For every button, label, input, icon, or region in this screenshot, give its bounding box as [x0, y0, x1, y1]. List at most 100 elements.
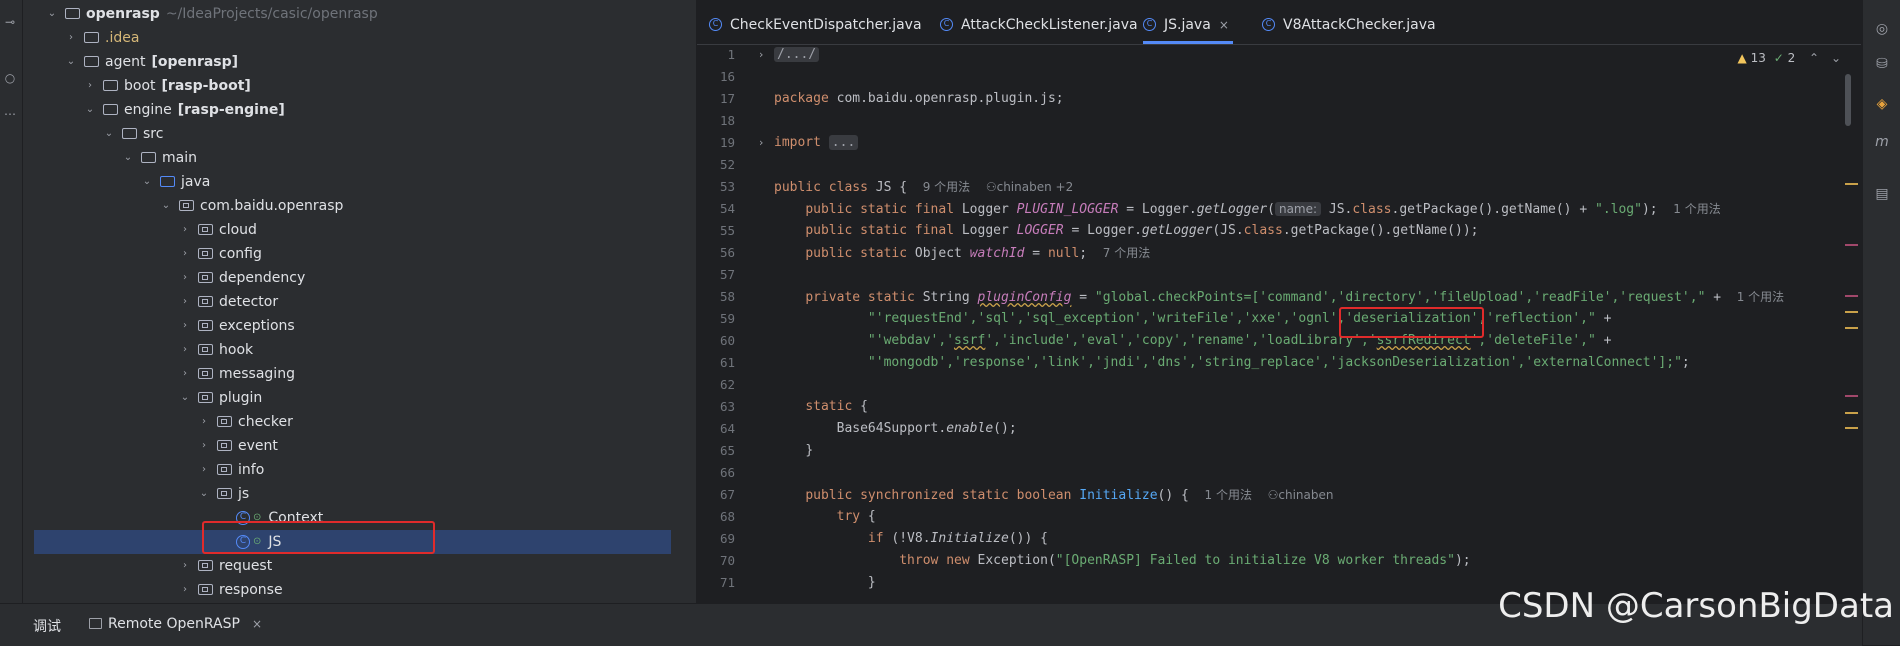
tab-debug[interactable]: 调试 [33, 616, 61, 636]
tree-item-checker[interactable]: › checker [23, 410, 673, 434]
notifications-icon[interactable]: ◎ [1873, 20, 1891, 38]
line-number: 18 [719, 113, 735, 128]
chevron-down-icon[interactable]: ⌄ [197, 482, 211, 506]
tree-item-openrasp[interactable]: ⌄ openrasp ~/IdeaProjects/casic/openrasp [23, 2, 673, 26]
chevron-down-icon[interactable]: ⌄ [178, 386, 192, 410]
tree-item-info[interactable]: › info [23, 458, 673, 482]
chevron-right-icon[interactable]: › [64, 26, 78, 50]
inspection-widget[interactable]: ▲ 13 ✓ 2 ⌃ ⌄ [1738, 51, 1841, 65]
toolbox-icon[interactable]: ▤ [1873, 185, 1891, 203]
commit-icon[interactable]: ○ [2, 70, 18, 86]
tree-item-plugin[interactable]: ⌄ plugin [23, 386, 673, 410]
chevron-down-icon[interactable]: ⌄ [45, 2, 59, 26]
folder-icon [84, 31, 99, 43]
tree-item-java[interactable]: ⌄ java [23, 170, 673, 194]
class-icon: C [940, 17, 953, 31]
tree-item-config[interactable]: › config [23, 242, 673, 266]
tree-item-request[interactable]: › request [23, 554, 673, 578]
tab-attack-check-listener[interactable]: C AttackCheckListener.java [940, 0, 1138, 44]
chevron-down-icon[interactable]: ⌄ [83, 98, 97, 122]
line-number: 70 [719, 553, 735, 568]
chevron-right-icon[interactable]: › [178, 578, 192, 602]
chevron-down-icon[interactable]: ⌄ [64, 50, 78, 74]
code-line: if (!V8.Initialize()) { [867, 531, 1048, 546]
tree-item-response[interactable]: › response [23, 578, 673, 602]
close-tab-icon[interactable]: × [252, 617, 262, 631]
tree-item--idea[interactable]: › .idea [23, 26, 673, 50]
package-icon [198, 319, 213, 331]
chevron-right-icon[interactable]: › [178, 338, 192, 362]
chevron-down-icon[interactable]: ⌄ [159, 194, 173, 218]
tree-item-label: com.baidu.openrasp [200, 198, 344, 214]
chevron-right-icon[interactable]: › [178, 218, 192, 242]
tab-remote-openrasp[interactable]: Remote OpenRASP × [89, 616, 262, 632]
warning-marker[interactable] [1845, 412, 1858, 414]
chevron-right-icon[interactable]: › [178, 242, 192, 266]
error-marker[interactable] [1845, 295, 1858, 297]
tree-item-event[interactable]: › event [23, 434, 673, 458]
database-icon[interactable]: ⛁ [1873, 55, 1891, 73]
more-tools-icon[interactable]: ⋯ [2, 106, 18, 122]
package-icon [198, 583, 213, 595]
chevron-down-icon[interactable]: ⌄ [140, 170, 154, 194]
tree-item-main[interactable]: ⌄ main [23, 146, 673, 170]
code-line: "'requestEnd','sql','sql_exception','wri… [867, 311, 1612, 326]
line-number: 61 [719, 355, 735, 370]
error-marker[interactable] [1845, 395, 1858, 397]
warning-icon: ▲ [1737, 51, 1747, 65]
chevron-right-icon[interactable]: › [83, 74, 97, 98]
warning-marker[interactable] [1845, 183, 1858, 185]
plugin-icon[interactable]: ◈ [1873, 95, 1891, 113]
warning-marker[interactable] [1845, 311, 1858, 313]
tree-item-suffix: ~/IdeaProjects/casic/openrasp [165, 6, 378, 22]
chevron-down-icon[interactable]: ⌄ [121, 146, 135, 170]
tree-item-agent[interactable]: ⌄ agent [openrasp] [23, 50, 673, 74]
chevron-down-icon[interactable]: ⌄ [102, 122, 116, 146]
chevron-right-icon[interactable]: › [197, 458, 211, 482]
tree-item-com-baidu-openrasp[interactable]: ⌄ com.baidu.openrasp [23, 194, 673, 218]
tree-item-js[interactable]: ⌄ js [23, 482, 673, 506]
chevron-down-icon[interactable]: ⌄ [1831, 51, 1841, 65]
warning-marker[interactable] [1845, 427, 1858, 429]
fold-expand-icon[interactable]: › [759, 44, 763, 66]
tree-item-detector[interactable]: › detector [23, 290, 673, 314]
code-line: Base64Support.enable(); [836, 421, 1017, 436]
tab-v8-attack-checker[interactable]: C V8AttackChecker.java [1262, 0, 1436, 44]
tree-item-dependency[interactable]: › dependency [23, 266, 673, 290]
chevron-right-icon[interactable]: › [178, 362, 192, 386]
tree-item-label: engine [124, 102, 172, 118]
package-icon [198, 343, 213, 355]
author-icon: ⚇ [1267, 488, 1279, 502]
line-number: 59 [719, 311, 735, 326]
maven-icon[interactable]: m [1873, 133, 1891, 151]
chevron-right-icon[interactable]: › [178, 290, 192, 314]
tree-item-engine[interactable]: ⌄ engine [rasp-engine] [23, 98, 673, 122]
chevron-right-icon[interactable]: › [178, 266, 192, 290]
tree-item-messaging[interactable]: › messaging [23, 362, 673, 386]
error-marker[interactable] [1845, 244, 1858, 246]
tree-item-src[interactable]: ⌄ src [23, 122, 673, 146]
chevron-right-icon[interactable]: › [197, 410, 211, 434]
line-number: 1 [727, 47, 735, 62]
tree-item-boot[interactable]: › boot [rasp-boot] [23, 74, 673, 98]
tree-item-exceptions[interactable]: › exceptions [23, 314, 673, 338]
warning-marker[interactable] [1845, 327, 1858, 329]
chevron-right-icon[interactable]: › [178, 554, 192, 578]
chevron-right-icon[interactable]: › [178, 314, 192, 338]
tab-check-event-dispatcher[interactable]: C CheckEventDispatcher.java [709, 0, 922, 44]
tree-item-hook[interactable]: › hook [23, 338, 673, 362]
structure-icon[interactable]: ⊸ [2, 14, 18, 30]
close-tab-icon[interactable]: × [1219, 18, 1229, 32]
tree-item-label: main [162, 150, 197, 166]
module-icon [84, 55, 99, 67]
line-number: 69 [719, 531, 735, 546]
code-editor[interactable]: C CheckEventDispatcher.java C AttackCheckL… [697, 0, 1861, 603]
tab-js-java[interactable]: C JS.java × [1143, 0, 1233, 44]
editor-scrollbar[interactable] [1845, 74, 1851, 126]
tree-item-label: exceptions [219, 318, 295, 334]
tree-item-cloud[interactable]: › cloud [23, 218, 673, 242]
chevron-right-icon[interactable]: › [197, 434, 211, 458]
fold-expand-icon[interactable]: › [759, 132, 763, 154]
chevron-up-icon[interactable]: ⌃ [1809, 51, 1819, 65]
tree-item-label: hook [219, 342, 254, 358]
